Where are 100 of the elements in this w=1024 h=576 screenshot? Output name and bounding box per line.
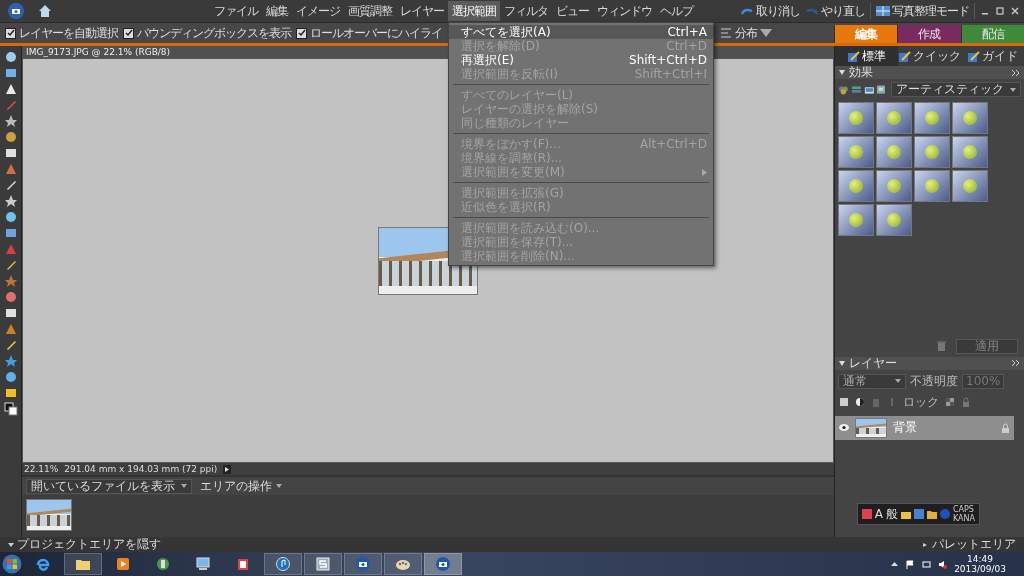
music-icon: [275, 556, 291, 572]
checkbox[interactable]: [123, 27, 134, 39]
expand-icon[interactable]: [1012, 69, 1020, 76]
submenu-arrow-icon: [702, 168, 707, 176]
caret-icon: [276, 484, 282, 488]
mode-tab[interactable]: クイック: [898, 46, 961, 66]
speaker-muted-icon[interactable]: [938, 559, 948, 569]
caret-icon: [1010, 87, 1016, 92]
layer-name: 背景: [893, 419, 917, 436]
blend-mode-dropdown[interactable]: 通常: [838, 373, 906, 389]
menu-item[interactable]: 選択範囲: [448, 1, 500, 21]
mode-tab[interactable]: ガイド: [961, 46, 1024, 66]
filters-icon[interactable]: [838, 83, 849, 96]
area-actions-menu[interactable]: エリアの操作: [200, 477, 282, 495]
effect-thumbnail[interactable]: [838, 102, 874, 134]
show-files-dropdown[interactable]: 開いているファイルを表示: [26, 478, 192, 494]
caret-icon: [760, 28, 772, 38]
menu-item[interactable]: ウィンドウ: [593, 1, 656, 21]
input-mode[interactable]: A: [874, 507, 883, 521]
adjustment-layer-icon[interactable]: [855, 397, 865, 407]
computer-icon: [195, 556, 211, 572]
lock-icon: [1001, 422, 1010, 433]
effect-thumbnail[interactable]: [838, 170, 874, 202]
expand-icon[interactable]: [1012, 360, 1020, 366]
list-view-icon[interactable]: [876, 83, 887, 96]
caret-icon[interactable]: [890, 559, 900, 569]
lock-label: ロック: [903, 393, 939, 411]
conversion-mode[interactable]: 般: [885, 505, 898, 523]
effect-thumbnail[interactable]: [952, 170, 988, 202]
menu-item[interactable]: ビュー: [552, 1, 593, 21]
menu-item[interactable]: フィルタ: [500, 1, 552, 21]
caret-icon: [895, 379, 901, 383]
media-icon: [115, 556, 131, 572]
checkbox[interactable]: [296, 27, 307, 39]
folder-icon[interactable]: [926, 509, 937, 519]
camera-icon: [355, 556, 371, 572]
clock-time[interactable]: 14:49: [967, 554, 994, 564]
menu-item[interactable]: レイヤー: [396, 1, 448, 21]
checkbox[interactable]: [5, 27, 16, 39]
flag-icon[interactable]: [906, 559, 916, 569]
effect-thumbnail[interactable]: [876, 204, 912, 236]
checkbox-label: レイヤーを自動選択: [19, 24, 118, 42]
effect-thumbnail[interactable]: [876, 170, 912, 202]
network-icon[interactable]: [922, 559, 932, 569]
taskbar-app[interactable]: [344, 553, 382, 575]
effect-thumbnail[interactable]: [952, 102, 988, 134]
effect-thumbnail[interactable]: [838, 136, 874, 168]
camera-icon: [435, 556, 451, 572]
home-icon[interactable]: [38, 4, 52, 18]
hide-project-area-button[interactable]: プロジェクトエリアを隠す: [8, 536, 161, 553]
menu-item[interactable]: ヘルプ: [656, 1, 697, 21]
new-layer-icon[interactable]: [839, 397, 849, 407]
menu-item[interactable]: 画質調整: [344, 1, 396, 21]
menu-option[interactable]: 再選択(E) Shift+Ctrl+D: [449, 53, 713, 67]
undo-button[interactable]: 取り消し: [740, 2, 800, 20]
clock-date[interactable]: 2013/09/03: [954, 564, 1006, 574]
align-icon: [720, 28, 732, 38]
collapse-icon[interactable]: [839, 360, 845, 366]
taskbar-app[interactable]: [304, 553, 342, 575]
browser-icon: [35, 556, 51, 572]
start-button[interactable]: [2, 554, 22, 574]
caret-icon: [181, 484, 187, 488]
effect-thumbnail[interactable]: [914, 170, 950, 202]
lock-transparency-icon[interactable]: [945, 397, 955, 407]
workspace-tab[interactable]: 作成: [897, 25, 961, 43]
palette-area-button[interactable]: パレットエリア: [923, 536, 1016, 553]
layer-styles-icon[interactable]: [850, 83, 862, 96]
distribute-button[interactable]: 分布: [720, 24, 772, 42]
workspace-tab[interactable]: 配信: [960, 25, 1024, 43]
document-tab[interactable]: IMG_9173.JPG @ 22.1% (RGB/8): [26, 47, 171, 57]
checkbox-label: バウンディングボックスを表示: [137, 24, 291, 42]
checkbox-label: ロールオーバーにハイライ: [310, 24, 442, 42]
menu-item[interactable]: ファイル: [210, 1, 262, 21]
zoom-level: 22.11%: [24, 464, 59, 474]
menu-item[interactable]: 編集: [262, 1, 292, 21]
effect-thumbnail[interactable]: [952, 136, 988, 168]
menu-item[interactable]: イメージ: [292, 1, 344, 21]
taskbar-app[interactable]: [64, 553, 102, 575]
organizer-button[interactable]: 写真整理モード: [876, 2, 969, 20]
taskbar-app[interactable]: [424, 553, 462, 575]
app-logo-icon[interactable]: [8, 3, 24, 19]
effect-thumbnail[interactable]: [876, 102, 912, 134]
maximize-icon[interactable]: [995, 6, 1005, 16]
menu-option[interactable]: すべてを選択(A) Ctrl+A: [449, 25, 713, 39]
color-swatch-icon[interactable]: [3, 402, 18, 416]
effect-category-dropdown[interactable]: アーティスティック: [891, 82, 1021, 97]
caret-icon: [923, 542, 929, 547]
close-icon[interactable]: [1010, 6, 1020, 16]
redo-button[interactable]: やり直し: [805, 2, 865, 20]
effect-thumbnail[interactable]: [914, 102, 950, 134]
document-size: 291.04 mm x 194.03 mm (72 ppi): [64, 464, 218, 474]
caps-indicator: CAPS: [952, 505, 975, 514]
play-icon[interactable]: [223, 464, 232, 474]
effect-thumbnail[interactable]: [876, 136, 912, 168]
collapse-icon[interactable]: [839, 70, 845, 75]
effect-thumbnail[interactable]: [838, 204, 874, 236]
mode-tab[interactable]: 標準: [835, 46, 898, 66]
photo-thumbnail: [26, 499, 72, 531]
effect-thumbnail[interactable]: [914, 136, 950, 168]
layer-thumbnail: [855, 417, 887, 438]
